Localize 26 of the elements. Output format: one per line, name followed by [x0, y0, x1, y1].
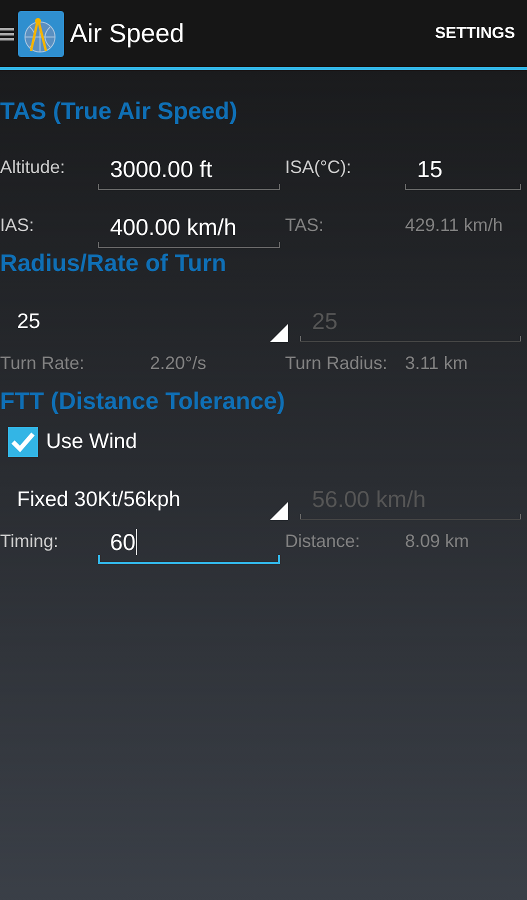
input-field[interactable]: 15	[405, 149, 521, 190]
menu-icon[interactable]	[0, 26, 14, 42]
section-heading: TAS (True Air Speed)	[0, 97, 238, 127]
input-field[interactable]: 400.00 km/h	[98, 207, 280, 248]
dropdown[interactable]: Fixed 30Kt/56kph	[0, 480, 288, 520]
input-field[interactable]: 60	[98, 522, 280, 564]
result-label: Turn Radius:	[284, 353, 388, 375]
result-label: Distance:	[284, 531, 362, 553]
field-label: Timing:	[0, 531, 60, 553]
checkbox-label: Use Wind	[46, 430, 138, 454]
result-label: Turn Rate:	[0, 353, 86, 375]
result-value: 2.20°/s	[149, 353, 208, 375]
field-label: Altitude:	[0, 157, 66, 179]
dropdown[interactable]: 25	[0, 302, 288, 342]
field-label: IAS:	[0, 215, 36, 237]
result-label: TAS:	[284, 215, 325, 237]
app-title: Air Speed	[70, 18, 184, 49]
result-value: 3.11 km	[405, 353, 469, 375]
section-heading: FTT (Distance Tolerance)	[0, 387, 286, 417]
section-heading: Radius/Rate of Turn	[0, 249, 228, 279]
field-label: ISA(°C):	[284, 157, 352, 179]
settings-button[interactable]: SETTINGS	[434, 20, 515, 46]
checkbox[interactable]	[8, 427, 38, 457]
result-value: 429.11 km/h	[405, 215, 504, 237]
input-field[interactable]: 3000.00 ft	[98, 149, 280, 190]
result-value: 8.09 km	[405, 531, 470, 553]
